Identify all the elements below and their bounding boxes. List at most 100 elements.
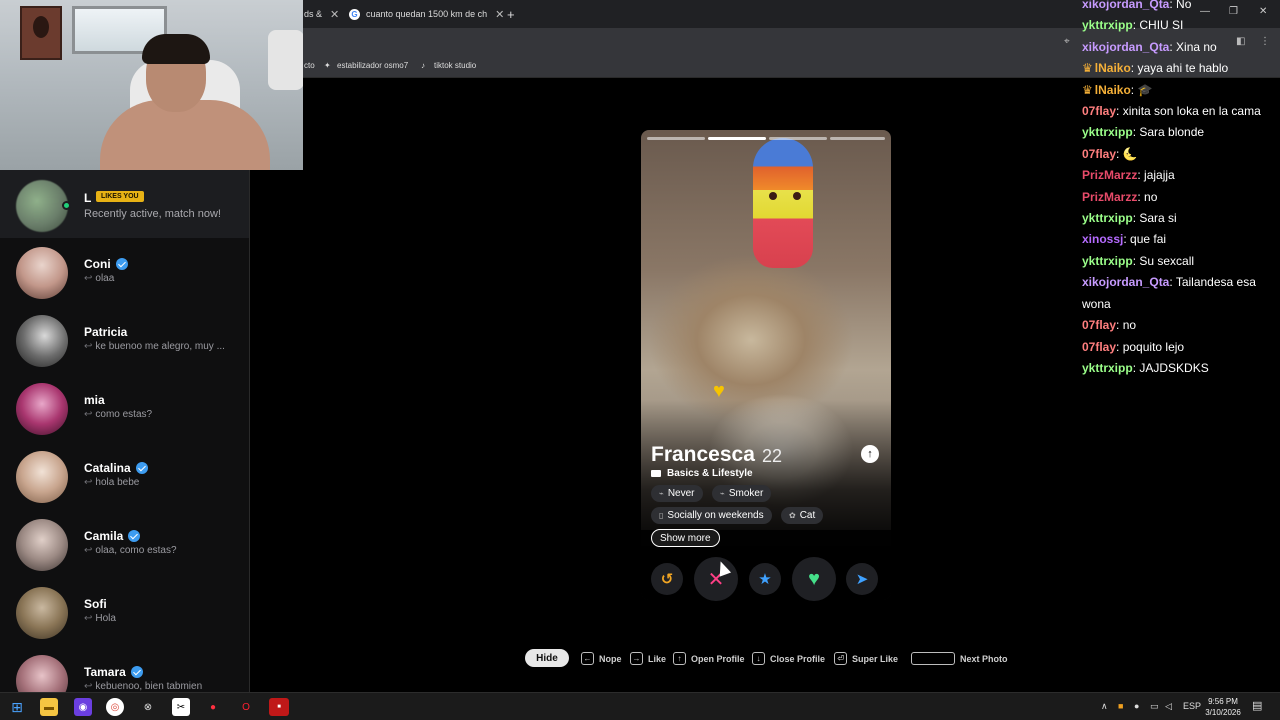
- new-tab-button[interactable]: +: [507, 4, 515, 24]
- person-hair: [142, 34, 210, 64]
- chat-username[interactable]: 07flay: [1082, 104, 1116, 118]
- chat-message: 07flay: 🌜: [1082, 144, 1277, 165]
- photo-progress-bar-active[interactable]: [708, 137, 766, 140]
- chat-text: 🌜: [1122, 146, 1138, 161]
- app-icon[interactable]: ●: [204, 698, 222, 716]
- system-clock[interactable]: 9:56 PM 3/10/2026: [1200, 696, 1246, 718]
- chat-username[interactable]: ykttrxipp: [1082, 125, 1133, 139]
- chat-username[interactable]: xikojordan_Qta: [1082, 0, 1169, 11]
- chat-text: No: [1176, 0, 1192, 11]
- chat-separator: :: [1116, 104, 1123, 119]
- tray-app-icon[interactable]: ■: [1118, 701, 1123, 711]
- open-profile-button[interactable]: ↑: [861, 445, 879, 463]
- hide-hints-button[interactable]: Hide: [525, 649, 569, 667]
- conversation-item[interactable]: Catalina ↩ hola bebe: [0, 443, 249, 511]
- windows-start-icon[interactable]: ⊞: [8, 698, 26, 716]
- chat-username[interactable]: ykttrxipp: [1082, 211, 1133, 225]
- reply-arrow-icon: ↩: [84, 613, 93, 624]
- location-icon[interactable]: ⌖: [1064, 36, 1075, 47]
- chat-message: xikojordan_Qta: No: [1082, 0, 1277, 15]
- bookmark[interactable]: ♪ tiktok studio: [421, 61, 476, 70]
- paw-icon: ✿: [789, 511, 796, 520]
- chat-message: 07flay: no: [1082, 315, 1277, 336]
- chat-username[interactable]: ykttrxipp: [1082, 254, 1133, 268]
- super-like-button[interactable]: ★: [749, 563, 781, 595]
- app-icon[interactable]: ◉: [74, 698, 92, 716]
- reply-arrow-icon: ↩: [84, 681, 93, 692]
- network-icon[interactable]: ▭: [1150, 701, 1159, 712]
- chat-username[interactable]: xikojordan_Qta: [1082, 275, 1169, 289]
- chat-username[interactable]: ykttrxipp: [1082, 361, 1133, 375]
- opera-icon[interactable]: O: [237, 698, 255, 716]
- chat-username[interactable]: lNaiko: [1095, 83, 1131, 97]
- close-tab-icon[interactable]: ✕: [330, 8, 339, 21]
- chat-username[interactable]: xinossj: [1082, 232, 1123, 246]
- chrome-icon[interactable]: ◎: [106, 698, 124, 716]
- hint-label: Close Profile: [770, 653, 826, 664]
- chat-username[interactable]: ykttrxipp: [1082, 18, 1133, 32]
- chat-username[interactable]: xikojordan_Qta: [1082, 40, 1169, 54]
- photo-progress-bar[interactable]: [647, 137, 705, 140]
- chat-username[interactable]: 07flay: [1082, 340, 1116, 354]
- chat-text: yaya ahi te hablo: [1137, 61, 1229, 76]
- conversation-item[interactable]: Camila ↩ olaa, como estas?: [0, 511, 249, 579]
- chat-username[interactable]: PrizMarzz: [1082, 168, 1137, 182]
- avatar: [16, 180, 68, 232]
- smoking-icon: ⌁: [720, 489, 725, 498]
- chat-username[interactable]: 07flay: [1082, 147, 1116, 161]
- show-more-button[interactable]: Show more: [651, 529, 720, 547]
- like-button[interactable]: ♥: [792, 557, 836, 601]
- chat-text: no: [1122, 318, 1137, 333]
- last-message: olaa, como estas?: [95, 545, 177, 556]
- conversation-item[interactable]: mia ↩ como estas?: [0, 375, 249, 443]
- bookmark[interactable]: cto: [304, 61, 315, 70]
- arrow-right-key-icon: →: [630, 652, 643, 665]
- last-message: olaa: [95, 273, 115, 284]
- action-bar: ↺ ✕ ★ ♥ ➤: [641, 555, 891, 601]
- conversation-item[interactable]: Sofi ↩ Hola: [0, 579, 249, 647]
- profile-card[interactable]: ♥ Francesca 22 ↑ Basics & Lifestyle ⌁ Nev…: [641, 130, 891, 600]
- online-indicator: [62, 201, 71, 210]
- chat-text: poquito lejo: [1122, 339, 1185, 354]
- conversation-name: Catalina: [84, 461, 131, 475]
- new-match-row[interactable]: L LIKES YOU Recently active, match now!: [0, 170, 249, 238]
- profile-chip: ⌁ Smoker: [712, 485, 772, 502]
- bookmark[interactable]: ✦ estabilizador osmo7: [324, 61, 408, 70]
- rewind-button[interactable]: ↺: [651, 563, 683, 595]
- avatar: [16, 587, 68, 639]
- arrow-down-key-icon: ↓: [752, 652, 765, 665]
- microphone-icon[interactable]: ●: [1134, 701, 1139, 711]
- chat-text: CHIU SI: [1139, 18, 1184, 33]
- file-explorer-icon[interactable]: ▬: [40, 698, 58, 716]
- conversation-name: Camila: [84, 529, 124, 543]
- reply-arrow-icon: ↩: [84, 273, 93, 284]
- chat-separator: :: [1116, 339, 1123, 354]
- chat-text: jajajja: [1144, 168, 1175, 183]
- browser-tab-active[interactable]: G cuanto quedan 1500 km de ch ✕: [349, 4, 504, 24]
- volume-icon[interactable]: ◁: [1165, 701, 1172, 712]
- app-icon[interactable]: ■: [269, 698, 289, 716]
- app-icon[interactable]: ⊗: [139, 698, 157, 716]
- chat-text: JAJDSKDKS: [1139, 360, 1209, 375]
- chat-text: no: [1144, 189, 1158, 204]
- chat-username[interactable]: 07flay: [1082, 318, 1116, 332]
- capcut-icon[interactable]: ✂: [172, 698, 190, 716]
- photo-progress-bar[interactable]: [830, 137, 885, 140]
- hint-label: Super Like: [852, 653, 899, 664]
- chat-message: xikojordan_Qta: Tailandesa esa wona: [1082, 272, 1277, 315]
- conversation-item[interactable]: Patricia ↩ ke buenoo me alegro, muy ...: [0, 307, 249, 375]
- photo-progress-bar[interactable]: [769, 137, 827, 140]
- chip-label: Cat: [799, 510, 816, 521]
- chevron-up-icon[interactable]: ∧: [1101, 701, 1108, 712]
- conversation-item[interactable]: Coni ↩ olaa: [0, 239, 249, 307]
- toy-eye: [769, 192, 777, 200]
- profile-chip: ⌁ Never: [651, 485, 703, 502]
- language-indicator[interactable]: ESP: [1183, 701, 1201, 711]
- notification-icon[interactable]: ▤: [1252, 699, 1262, 712]
- chat-username[interactable]: PrizMarzz: [1082, 190, 1137, 204]
- profile-chip: ▯ Socially on weekends: [651, 507, 772, 524]
- boost-button[interactable]: ➤: [846, 563, 878, 595]
- browser-tab[interactable]: ds & ✕: [304, 4, 339, 24]
- chat-username[interactable]: lNaiko: [1095, 61, 1131, 75]
- close-tab-icon[interactable]: ✕: [495, 8, 504, 21]
